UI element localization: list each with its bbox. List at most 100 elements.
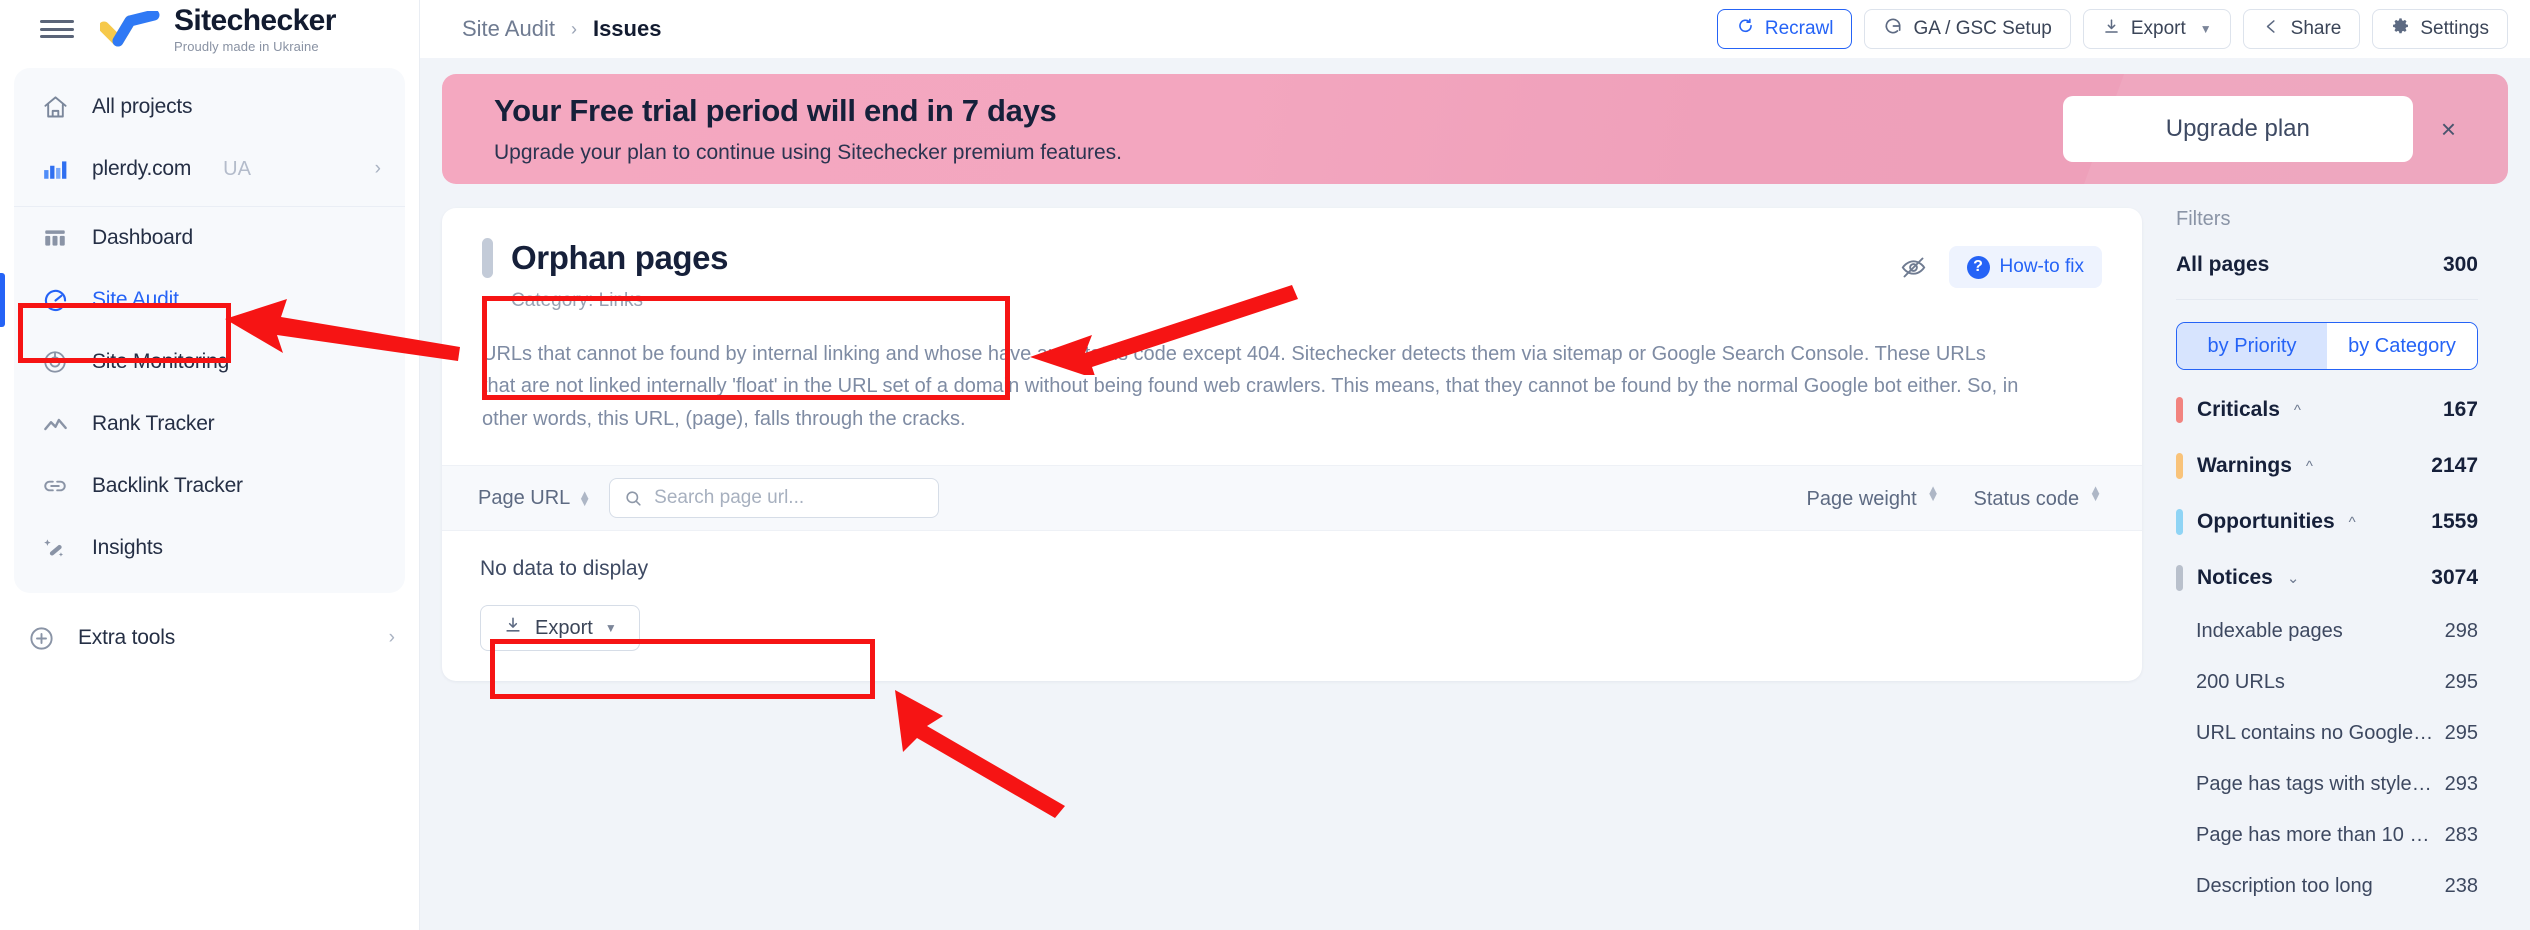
chevron-up-icon[interactable]: ^ [2306,458,2313,475]
sidebar-item-all-projects[interactable]: All projects [14,76,405,138]
filter-group-criticals[interactable]: Criticals ^ 167 [2176,382,2478,438]
how-to-fix-button[interactable]: ? How-to fix [1948,246,2102,288]
filter-group-count: 3074 [2431,566,2478,589]
brand-logo[interactable]: Sitechecker Proudly made in Ukraine [98,5,336,54]
chevron-up-icon[interactable]: ^ [2294,402,2301,419]
table-header-row: Page URL ▲▼ Page weight [442,465,2142,532]
chevron-up-icon[interactable]: ^ [2349,514,2356,531]
list-item[interactable]: 200 URLs 295 [2176,657,2478,708]
chevron-down-icon[interactable]: ⌄ [2287,569,2300,587]
sidebar-projects-group: All projects plerdy.com UA › [14,76,405,207]
sort-toggle-icon[interactable]: ▲ ▼ [2089,483,2102,503]
sidebar-item-site-monitoring[interactable]: Site Monitoring [14,331,405,393]
chevron-right-icon[interactable]: › [389,627,395,649]
sort-toggle-icon[interactable]: ▲ ▼ [1927,483,1940,503]
refresh-icon [1736,17,1755,42]
settings-button[interactable]: Settings [2372,9,2508,49]
filter-sub-count: 295 [2444,722,2478,744]
empty-state-message: No data to display [480,557,649,581]
menu-toggle-icon[interactable] [40,17,74,41]
filter-mode-toggle: by Priority by Category [2176,322,2478,370]
main-area: Site Audit › Issues Recrawl GA / GSC Set… [420,0,2530,930]
content-area: Orphan pages Category: Links ? How-to fi… [420,184,2530,930]
severity-dot-warnings [2176,453,2183,479]
sidebar-item-rank-tracker[interactable]: Rank Tracker [14,393,405,455]
trial-banner-subtext: Upgrade your plan to continue using Site… [494,141,1123,164]
column-header-page-url[interactable]: Page URL ▲ ▼ [478,487,591,510]
home-icon [40,92,70,122]
column-header-page-weight[interactable]: Page weight ▲ ▼ [1806,483,1940,513]
brand-row: Sitechecker Proudly made in Ukraine [0,0,419,58]
column-header-page-weight-label: Page weight [1806,487,1917,510]
severity-dot-notices [2176,565,2183,591]
column-header-page-url-label: Page URL [478,486,571,509]
column-header-status-code[interactable]: Status code ▲ ▼ [1973,483,2103,513]
ga-gsc-setup-button[interactable]: GA / GSC Setup [1864,9,2071,49]
recrawl-button[interactable]: Recrawl [1716,9,1853,49]
list-item[interactable]: Description too long 238 [2176,861,2478,912]
export-table-button[interactable]: Export ▼ [480,605,640,652]
trial-banner-heading: Your Free trial period will end in 7 day… [494,93,1057,128]
filter-all-pages[interactable]: All pages 300 [2176,253,2478,300]
filter-group-label: Notices [2197,566,2273,589]
tab-by-category[interactable]: by Category [2327,323,2477,369]
export-topbar-button[interactable]: Export ▼ [2082,9,2231,49]
sidebar-item-label: Backlink Tracker [92,474,243,497]
chevron-right-icon[interactable]: › [375,158,381,180]
filter-sub-label: Description too long [2196,875,2373,897]
sidebar-item-dashboard[interactable]: Dashboard [14,207,405,269]
severity-dot-criticals [2176,397,2183,423]
filter-sub-label: Page has tags with style attrib… [2196,773,2437,795]
project-locale-badge: UA [223,157,251,180]
list-item[interactable]: URL contains no Google Tag … 295 [2176,708,2478,759]
sidebar-item-insights[interactable]: Insights [14,517,405,579]
search-input[interactable] [609,478,940,519]
sidebar-item-label: Insights [92,536,163,559]
gear-icon [2391,17,2410,42]
sidebar-item-extra-tools[interactable]: Extra tools › [0,607,419,669]
list-item[interactable]: Indexable pages 298 [2176,606,2478,657]
filter-group-warnings[interactable]: Warnings ^ 2147 [2176,438,2478,494]
share-icon [2262,17,2281,42]
breadcrumb-issues: Issues [592,16,662,41]
filter-sub-label: 200 URLs [2196,671,2285,693]
filter-group-notices[interactable]: Notices ⌄ 3074 [2176,550,2478,606]
list-item[interactable]: Page has tags with style attrib… 293 [2176,759,2478,810]
export-topbar-label: Export [2130,18,2186,39]
link-icon [40,471,70,501]
brand-tagline: Proudly made in Ukraine [174,38,319,54]
trial-banner: Your Free trial period will end in 7 day… [442,74,2508,184]
filter-group-label: Criticals [2197,398,2280,421]
sidebar-item-project[interactable]: plerdy.com UA › [14,138,405,200]
filter-group-count: 167 [2442,398,2478,421]
search-icon [624,489,643,513]
export-row: Export ▼ [442,581,2142,681]
google-g-icon [1883,16,1903,42]
topbar-actions: Recrawl GA / GSC Setup Export ▼ Share Se… [1716,9,2508,49]
filters-title: Filters [2176,208,2231,230]
share-button[interactable]: Share [2242,9,2361,49]
tab-by-priority[interactable]: by Priority [2177,323,2327,369]
download-icon [2102,17,2121,42]
filter-group-opportunities[interactable]: Opportunities ^ 1559 [2176,494,2478,550]
filter-sub-count: 238 [2444,875,2478,897]
filter-group-label: Warnings [2197,454,2292,477]
filter-group-count: 2147 [2431,454,2478,477]
hide-issue-eye-off-icon[interactable] [1899,252,1929,282]
close-icon[interactable]: × [2441,116,2456,142]
sitechecker-check-icon [98,9,160,47]
sort-toggle-icon[interactable]: ▲ ▼ [578,488,591,508]
filter-all-pages-count: 300 [2442,253,2478,276]
sidebar-item-backlink-tracker[interactable]: Backlink Tracker [14,455,405,517]
breadcrumb-site-audit[interactable]: Site Audit [462,16,555,42]
upgrade-plan-button[interactable]: Upgrade plan [2062,96,2413,162]
column-header-status-code-label: Status code [1973,487,2080,510]
sidebar-item-site-audit[interactable]: Site Audit [0,269,405,331]
gauge-icon [40,285,70,315]
issue-description: URLs that cannot be found by internal li… [482,343,2019,430]
filter-sub-label: Indexable pages [2196,620,2343,642]
list-item[interactable]: Page has more than 10 extern… 283 [2176,810,2478,861]
issue-category: Category: Links [511,290,644,311]
filter-sub-label: URL contains no Google Tag … [2196,722,2437,744]
chevron-down-icon: ▼ [2199,22,2212,36]
